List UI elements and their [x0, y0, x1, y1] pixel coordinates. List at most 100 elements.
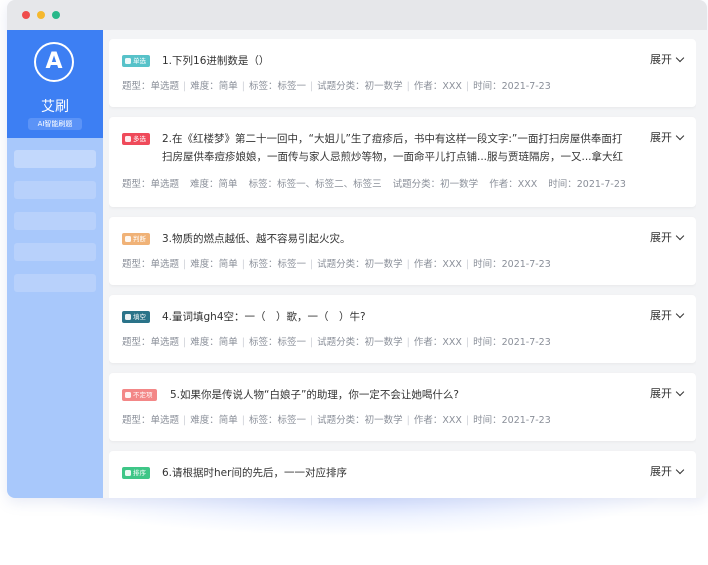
sidebar-item-2[interactable] [14, 181, 96, 199]
question-type-label: 单选 [133, 57, 146, 65]
chevron-down-icon [675, 387, 685, 397]
question-text: 5.如果你是传说人物“白娘子”的助理，你一定不会让她喝什么? [170, 389, 459, 401]
meta-field: 时间：2021-7-23 [473, 259, 551, 270]
question-meta: 题型：单选题 | 难度：简单 | 标签：标签一 | 试题分类：初一数学 | 作者：XXX | 时间：… [122, 414, 551, 428]
expand-button[interactable]: 展开 [650, 308, 685, 324]
expand-label: 展开 [650, 53, 672, 66]
close-window-dot[interactable] [22, 11, 30, 19]
fill-blank-icon [125, 314, 131, 320]
meta-field: 标签：标签一 [248, 259, 306, 270]
sidebar-item-1[interactable] [14, 150, 96, 168]
meta-field: 题型：单选题 [122, 415, 180, 426]
meta-separator: | [309, 415, 314, 426]
meta-field: 标签：标签一 [248, 415, 306, 426]
meta-separator [183, 179, 186, 190]
question-card[interactable]: 排序 6.请根据时her间的先后，一一对应排序 展开 [109, 451, 696, 498]
meta-separator: | [465, 337, 470, 348]
check-circle-icon [125, 58, 131, 64]
meta-separator [541, 179, 544, 190]
expand-label: 展开 [650, 309, 672, 322]
meta-separator [482, 179, 485, 190]
question-type-badge: 判断 [122, 233, 150, 245]
sidebar: A 艾刷 AI智能刷题 [7, 30, 103, 498]
question-card[interactable]: 判断 3.物质的燃点越低、越不容易引起火灾。 展开 题型：单选题 | 难度：简单 | 标签：标… [109, 217, 696, 285]
meta-separator: | [309, 337, 314, 348]
chevron-down-icon [675, 309, 685, 319]
meta-separator: | [465, 415, 470, 426]
multi-check-icon [125, 136, 131, 142]
question-card[interactable]: 填空 4.量词填gh4空：一（ ）歌，一（ ）牛? 展开 题型：单选题 | 难度：简单 | 标… [109, 295, 696, 363]
meta-field: 标签：标签一 [248, 81, 306, 92]
question-type-label: 排序 [133, 469, 146, 477]
expand-button[interactable]: 展开 [650, 230, 685, 246]
meta-field: 试题分类：初一数学 [317, 337, 403, 348]
expand-label: 展开 [650, 231, 672, 244]
question-type-label: 多选 [133, 135, 146, 143]
sidebar-item-5[interactable] [14, 274, 96, 292]
meta-field: 时间：2021-7-23 [548, 179, 626, 190]
meta-field: 题型：单选题 [122, 179, 180, 190]
meta-field: 试题分类：初一数学 [317, 415, 403, 426]
meta-separator: | [241, 337, 245, 348]
chevron-down-icon [675, 131, 685, 141]
question-card[interactable]: 不定项 5.如果你是传说人物“白娘子”的助理，你一定不会让她喝什么? 展开题型：单选… [109, 373, 696, 441]
app-logo-icon: A [34, 42, 74, 82]
meta-field: 试题分类：初一数学 [392, 179, 479, 190]
meta-separator [386, 179, 389, 190]
meta-separator [242, 179, 245, 190]
meta-separator: | [241, 415, 245, 426]
question-text: 2.在《红楼梦》第二十一回中，“大姐儿”生了痘疹后，书中有这样一段文字:”一面打… [162, 133, 624, 163]
question-type-badge: 填空 [122, 311, 150, 323]
chevron-down-icon [675, 231, 685, 241]
maximize-window-dot[interactable] [52, 11, 60, 19]
sidebar-item-4[interactable] [14, 243, 96, 261]
chevron-down-icon [675, 53, 685, 63]
meta-field: 作者：XXX [489, 179, 538, 190]
meta-separator: | [309, 259, 314, 270]
meta-separator: | [241, 81, 245, 92]
question-type-label: 判断 [133, 235, 146, 243]
meta-separator: | [183, 415, 187, 426]
meta-field: 时间：2021-7-23 [473, 415, 551, 426]
expand-label: 展开 [650, 387, 672, 400]
app-window: A 艾刷 AI智能刷题 单选 1.下列16进制数是（） 展开 题型：单选题 | 难度：简单… [7, 0, 707, 498]
meta-separator: | [241, 259, 245, 270]
expand-button[interactable]: 展开 [650, 464, 685, 480]
judge-icon [125, 236, 131, 242]
expand-label: 展开 [650, 131, 672, 144]
expand-button[interactable]: 展开 [650, 52, 685, 68]
meta-field: 标签：标签一 [248, 337, 306, 348]
meta-field: 难度：简单 [190, 415, 238, 426]
question-meta: 题型：单选题 难度：简单 标签：标签一、标签二、标签三 试题分类：初一数学 作者… [122, 178, 626, 192]
question-type-label: 不定项 [133, 391, 153, 399]
expand-button[interactable]: 展开 [650, 130, 685, 146]
question-text: 3.物质的燃点越低、越不容易引起火灾。 [162, 233, 351, 245]
meta-field: 难度：简单 [190, 179, 238, 190]
minimize-window-dot[interactable] [37, 11, 45, 19]
question-card[interactable]: 单选 1.下列16进制数是（） 展开 题型：单选题 | 难度：简单 | 标签：标签一 | 试题分类… [109, 39, 696, 107]
meta-field: 作者：XXX [413, 337, 462, 348]
question-text: 6.请根据时her间的先后，一一对应排序 [162, 467, 347, 479]
star-icon [125, 470, 131, 476]
meta-separator: | [406, 337, 410, 348]
expand-label: 展开 [650, 465, 672, 478]
expand-button[interactable]: 展开 [650, 386, 685, 402]
question-card[interactable]: 多选 2.在《红楼梦》第二十一回中，“大姐儿”生了痘疹后，书中有这样一段文字:”一… [109, 117, 696, 207]
meta-separator: | [309, 81, 314, 92]
question-meta: 题型：单选题 | 难度：简单 | 标签：标签一 | 试题分类：初一数学 | 作者：XXX | 时间：… [122, 80, 551, 94]
title-bar [7, 0, 707, 30]
meta-field: 作者：XXX [413, 415, 462, 426]
sidebar-header: A 艾刷 AI智能刷题 [7, 30, 103, 138]
uncertain-icon [125, 392, 131, 398]
question-list: 单选 1.下列16进制数是（） 展开 题型：单选题 | 难度：简单 | 标签：标签一 | 试题分类… [109, 39, 696, 498]
question-type-label: 填空 [133, 313, 146, 321]
question-type-badge: 多选 [122, 133, 150, 145]
question-meta: 题型：单选题 | 难度：简单 | 标签：标签一 | 试题分类：初一数学 | 作者：XXX | 时间：… [122, 336, 551, 350]
question-type-badge: 排序 [122, 467, 150, 479]
sidebar-item-3[interactable] [14, 212, 96, 230]
meta-separator: | [406, 81, 410, 92]
meta-separator: | [406, 259, 410, 270]
meta-field: 时间：2021-7-23 [473, 81, 551, 92]
meta-field: 标签：标签一、标签二、标签三 [248, 179, 382, 190]
app-tagline: AI智能刷题 [28, 118, 82, 130]
